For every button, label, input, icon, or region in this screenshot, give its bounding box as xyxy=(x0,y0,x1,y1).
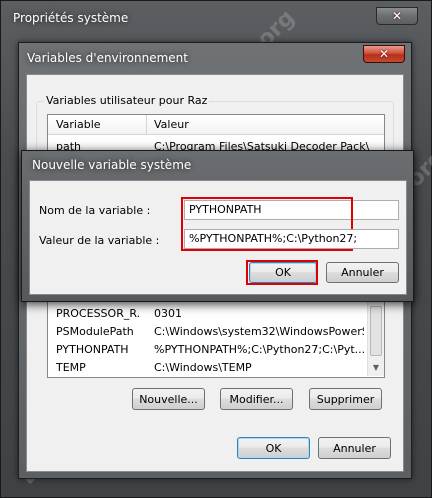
highlight-box-ok xyxy=(246,260,318,285)
list-header: Variable Valeur xyxy=(48,115,384,135)
close-icon: ✕ xyxy=(378,47,390,61)
delete-variable-button[interactable]: Supprimer xyxy=(309,388,382,410)
table-row[interactable]: PSModulePath C:\Windows\system32\Windows… xyxy=(48,324,384,340)
row-variable: PROCESSOR_R... xyxy=(56,307,140,320)
row-variable: TEMP xyxy=(56,361,86,374)
row-value: C:\Windows\system32\WindowsPowerS... xyxy=(154,325,364,338)
close-icon: ✕ xyxy=(391,9,403,23)
column-separator xyxy=(146,115,147,135)
scroll-down-icon[interactable]: ▼ xyxy=(368,360,384,374)
window-title: Propriétés système xyxy=(13,11,129,25)
row-value: %PYTHONPATH%;C:\Python27;C:\Pyt... xyxy=(154,343,364,356)
env-cancel-button[interactable]: Annuler xyxy=(318,437,391,459)
variable-value-field[interactable]: %PYTHONPATH%;C:\Python27; xyxy=(184,229,399,249)
user-variables-list[interactable]: Variable Valeur path C:\Program Files\Sa… xyxy=(47,114,385,154)
table-row[interactable]: TEMP C:\Windows\TEMP xyxy=(48,360,384,376)
system-variables-list[interactable]: PROCESSOR_R... 0301 PSModulePath C:\Wind… xyxy=(47,296,385,378)
scrollbar-thumb[interactable] xyxy=(370,306,382,356)
close-button[interactable]: ✕ xyxy=(376,7,418,25)
close-button[interactable]: ✕ xyxy=(363,45,405,63)
row-variable: PSModulePath xyxy=(56,325,134,338)
vertical-scrollbar[interactable]: ▼ xyxy=(367,296,384,376)
column-header-value[interactable]: Valeur xyxy=(154,118,189,131)
column-header-variable[interactable]: Variable xyxy=(56,118,101,131)
modify-variable-button[interactable]: Modifier... xyxy=(220,388,293,410)
dialog-cancel-button[interactable]: Annuler xyxy=(326,262,399,283)
row-value: 0301 xyxy=(154,307,182,320)
variable-value-label: Valeur de la variable : xyxy=(39,234,160,247)
new-variable-button[interactable]: Nouvelle... xyxy=(132,388,205,410)
user-variables-label: Variables utilisateur pour Raz xyxy=(44,94,210,107)
row-value: C:\Windows\TEMP xyxy=(154,361,252,374)
table-row[interactable]: PROCESSOR_R... 0301 xyxy=(48,306,384,322)
table-row[interactable]: PYTHONPATH %PYTHONPATH%;C:\Python27;C:\P… xyxy=(48,342,384,358)
variable-name-label: Nom de la variable : xyxy=(39,204,151,217)
env-ok-button[interactable]: OK xyxy=(237,437,310,459)
dialog-title: Nouvelle variable système xyxy=(32,158,192,172)
row-variable: PYTHONPATH xyxy=(56,343,129,356)
window-title: Variables d'environnement xyxy=(27,51,188,65)
